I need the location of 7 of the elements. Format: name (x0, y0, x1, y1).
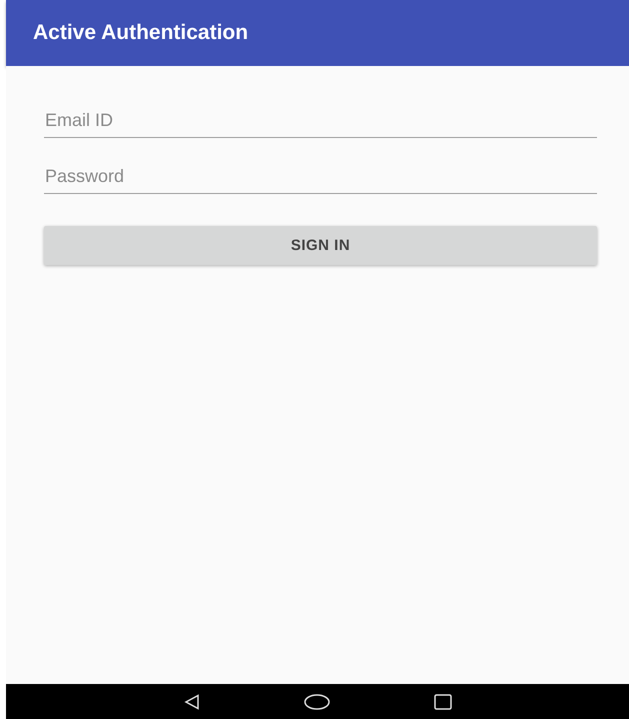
email-field[interactable]: Email ID (44, 104, 597, 138)
recents-icon[interactable] (434, 694, 452, 710)
home-icon[interactable] (304, 694, 330, 710)
back-icon[interactable] (184, 694, 200, 710)
password-field[interactable]: Password (44, 160, 597, 194)
sign-in-button[interactable]: SIGN IN (44, 226, 597, 265)
app-title: Active Authentication (33, 21, 248, 45)
